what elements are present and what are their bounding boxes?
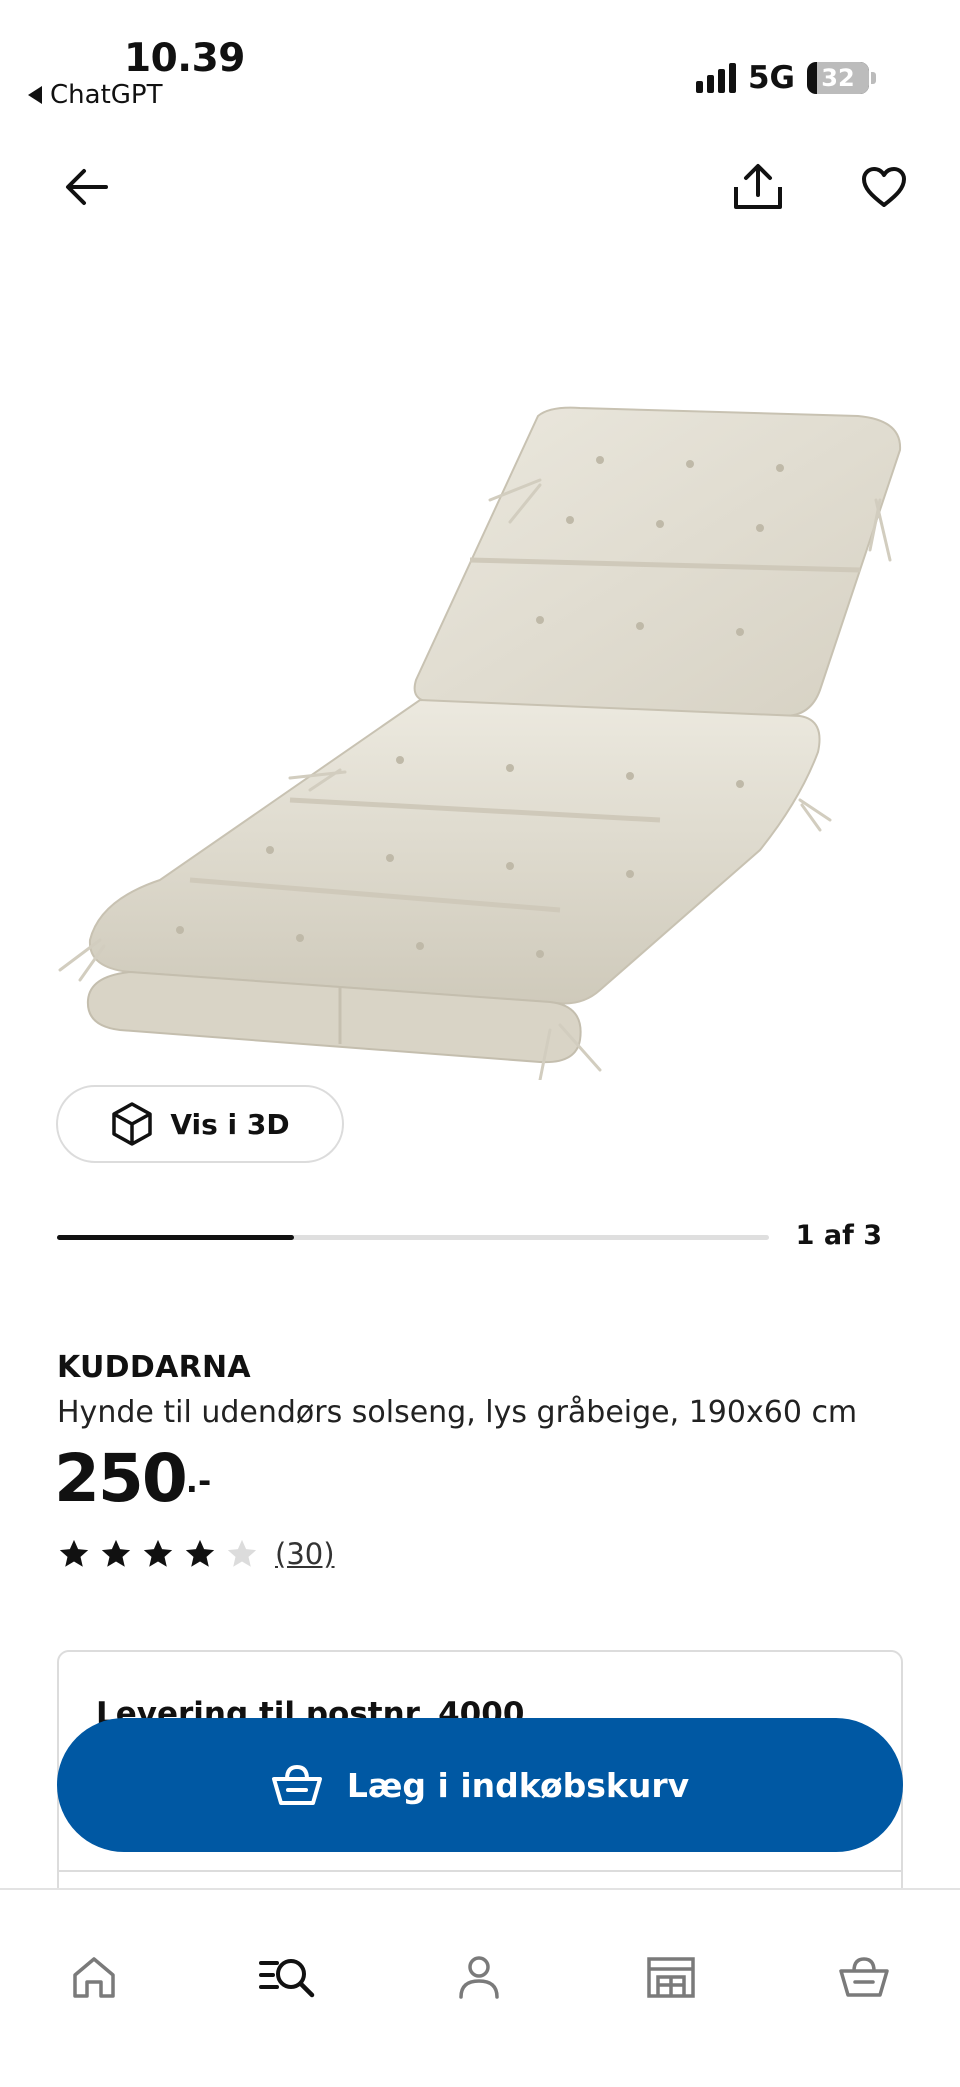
network-label: 5G [747, 60, 795, 96]
product-description: Hynde til udendørs solseng, lys gråbeige… [57, 1395, 858, 1430]
back-triangle-icon [28, 86, 42, 104]
tab-basket[interactable] [829, 1942, 899, 2012]
battery-level: 32 [821, 64, 855, 92]
product-rating[interactable]: (30) [57, 1537, 335, 1571]
store-icon [647, 1957, 695, 1998]
bottom-tab-bar [0, 1888, 960, 2087]
status-right: 5G 32 [695, 60, 876, 96]
share-button[interactable] [726, 155, 790, 219]
favorite-button[interactable] [852, 155, 916, 219]
view-3d-label: Vis i 3D [170, 1107, 290, 1141]
person-icon [459, 1956, 499, 1999]
image-pager-progress [57, 1235, 294, 1240]
review-count-link[interactable]: (30) [275, 1537, 335, 1571]
tab-store[interactable] [636, 1942, 706, 2012]
star-filled-icon [59, 1539, 89, 1567]
back-app-label: ChatGPT [50, 80, 163, 110]
signal-icon [695, 63, 736, 93]
back-button[interactable] [54, 155, 118, 219]
add-to-cart-button[interactable]: Læg i indkøbskurv [57, 1718, 903, 1852]
share-icon [734, 164, 782, 209]
star-filled-icon [185, 1539, 215, 1567]
image-counter: 1 af 3 [795, 1220, 882, 1251]
add-to-cart-label: Læg i indkøbskurv [346, 1765, 690, 1805]
tab-search[interactable] [252, 1942, 322, 2012]
basket-icon [271, 1764, 322, 1805]
product-name: KUDDARNA [57, 1350, 251, 1385]
star-filled-icon [143, 1539, 173, 1567]
search-list-icon [259, 1959, 315, 1998]
home-icon [73, 1957, 115, 1998]
tab-profile[interactable] [444, 1942, 514, 2012]
cube-icon [112, 1102, 153, 1146]
battery-cap [871, 72, 876, 84]
price-suffix: .- [185, 1462, 212, 1500]
star-empty-icon [227, 1539, 257, 1567]
tab-home[interactable] [59, 1942, 129, 2012]
view-3d-button[interactable]: Vis i 3D [56, 1085, 344, 1163]
arrow-left-icon [66, 169, 108, 205]
heart-icon [862, 167, 906, 207]
rating-stars [57, 1537, 259, 1571]
basket-icon [839, 1957, 889, 1997]
product-price: 250 .- [54, 1440, 211, 1517]
battery-icon: 32 [807, 62, 869, 94]
price-amount: 250 [54, 1440, 188, 1517]
status-time: 10.39 [124, 36, 245, 81]
product-image[interactable] [40, 380, 920, 1080]
back-to-app-link[interactable]: ChatGPT [28, 80, 162, 110]
star-filled-icon [101, 1539, 131, 1567]
delivery-divider [59, 1870, 901, 1872]
